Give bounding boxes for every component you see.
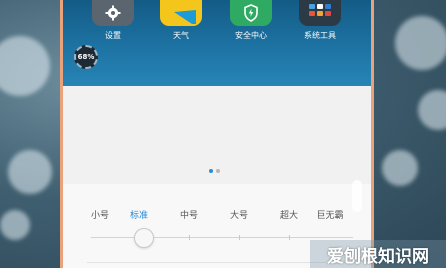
- font-size-options: 小号 标准 中号 大号 超大 巨无霸: [63, 208, 371, 222]
- side-edge-handle[interactable]: [352, 180, 362, 212]
- app-label: 设置: [105, 31, 121, 40]
- app-weather[interactable]: 天气: [153, 0, 209, 41]
- font-size-option-extra-large[interactable]: 超大: [280, 208, 298, 221]
- font-size-option-large[interactable]: 大号: [230, 208, 248, 221]
- page-dot: [216, 169, 220, 173]
- font-size-slider-track[interactable]: [91, 237, 353, 238]
- font-size-option-small[interactable]: 小号: [91, 208, 109, 221]
- phone-screen: 设置 天气 安全中心 系统工具 68% 小号 标准 中号 大号 超大 巨无霸: [60, 0, 374, 268]
- home-screen: 设置 天气 安全中心 系统工具 68%: [63, 0, 371, 86]
- weather-icon: [160, 0, 202, 26]
- font-size-option-standard[interactable]: 标准: [130, 208, 148, 221]
- font-size-option-huge[interactable]: 巨无霸: [316, 208, 343, 221]
- app-settings[interactable]: 设置: [85, 0, 141, 41]
- font-size-slider-thumb[interactable]: [134, 228, 154, 248]
- gear-icon: [92, 0, 134, 26]
- app-system-tools[interactable]: 系统工具: [292, 0, 348, 41]
- system-tools-folder-icon: [299, 0, 341, 26]
- background-bokeh: [0, 210, 30, 240]
- page-dot-active: [209, 169, 213, 173]
- font-size-option-medium[interactable]: 中号: [180, 208, 198, 221]
- watermark: 爱刨根知识网: [310, 240, 446, 268]
- app-label: 系统工具: [304, 31, 336, 40]
- app-security-center[interactable]: 安全中心: [223, 0, 279, 41]
- memory-usage-widget[interactable]: 68%: [74, 45, 98, 69]
- background-bokeh: [395, 16, 446, 70]
- background-bokeh: [382, 150, 418, 186]
- background-bokeh: [8, 150, 52, 194]
- app-label: 安全中心: [235, 31, 267, 40]
- security-shield-icon: [230, 0, 272, 26]
- background-bokeh: [418, 90, 446, 130]
- slider-tick: [239, 235, 240, 240]
- slider-tick: [189, 235, 190, 240]
- slider-tick: [289, 235, 290, 240]
- page-indicator: [209, 169, 220, 173]
- app-label: 天气: [173, 31, 189, 40]
- background-bokeh: [0, 36, 50, 96]
